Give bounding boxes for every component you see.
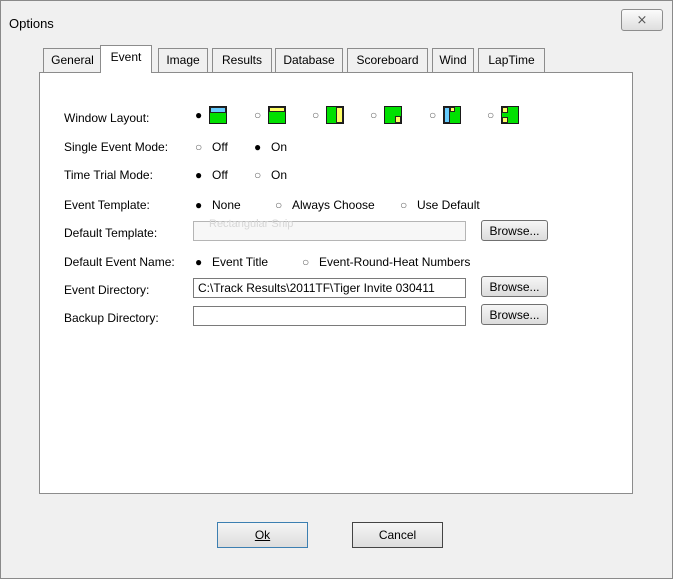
radio-empty-icon	[254, 169, 266, 181]
tab-database[interactable]: Database	[275, 48, 343, 72]
single-event-label: Single Event Mode:	[64, 140, 169, 154]
event-template-always-label: Always Choose	[292, 198, 375, 212]
time-trial-on-label: On	[271, 168, 288, 182]
radio-selected-icon	[195, 199, 207, 211]
tab-wind[interactable]: Wind	[432, 48, 474, 72]
single-event-off-radio[interactable]: Off	[195, 140, 228, 154]
radio-empty-icon	[370, 109, 382, 121]
cancel-button[interactable]: Cancel	[352, 522, 443, 548]
options-dialog: Options ⨯ General Event Image Results Da…	[0, 0, 673, 579]
radio-selected-icon	[195, 169, 207, 181]
time-trial-on-radio[interactable]: On	[254, 168, 287, 182]
radio-empty-icon	[400, 199, 412, 211]
event-title-label: Event Title	[212, 255, 269, 269]
backup-directory-field[interactable]	[193, 306, 466, 326]
backup-directory-browse-button[interactable]: Browse...	[481, 304, 548, 325]
tab-general[interactable]: General	[43, 48, 102, 72]
event-template-default-radio[interactable]: Use Default	[400, 198, 480, 212]
layout-2-icon[interactable]	[268, 106, 286, 124]
event-template-default-label: Use Default	[417, 198, 480, 212]
layout-6-icon[interactable]	[501, 106, 519, 124]
single-event-on-label: On	[271, 140, 288, 154]
layout-3-icon[interactable]	[326, 106, 344, 124]
layout-1-icon[interactable]	[209, 106, 227, 124]
event-template-always-radio[interactable]: Always Choose	[275, 198, 375, 212]
event-template-none-label: None	[212, 198, 241, 212]
event-round-label: Event-Round-Heat Numbers	[319, 255, 471, 269]
tab-scoreboard[interactable]: Scoreboard	[347, 48, 428, 72]
event-directory-browse-button[interactable]: Browse...	[481, 276, 548, 297]
radio-selected-icon	[195, 109, 207, 121]
time-trial-label: Time Trial Mode:	[64, 168, 153, 182]
ok-label: Ok	[254, 528, 271, 542]
ok-button[interactable]: Ok	[217, 522, 308, 548]
radio-empty-icon	[195, 141, 207, 153]
radio-empty-icon	[275, 199, 287, 211]
single-event-on-radio[interactable]: On	[254, 140, 287, 154]
layout-4-icon[interactable]	[384, 106, 402, 124]
radio-empty-icon	[312, 109, 324, 121]
close-icon: ⨯	[636, 12, 648, 27]
default-template-browse-button[interactable]: Browse...	[481, 220, 548, 241]
dialog-title: Options	[9, 16, 54, 31]
time-trial-off-radio[interactable]: Off	[195, 168, 228, 182]
backup-directory-label: Backup Directory:	[64, 311, 159, 325]
default-template-ghost-text: Rectangular Snip	[209, 218, 294, 230]
tab-image[interactable]: Image	[158, 48, 208, 72]
window-layout-label: Window Layout:	[64, 111, 150, 125]
radio-selected-icon	[195, 256, 207, 268]
radio-empty-icon	[429, 109, 441, 121]
radio-empty-icon	[487, 109, 499, 121]
default-event-name-label: Default Event Name:	[64, 255, 175, 269]
default-template-label: Default Template:	[64, 226, 158, 240]
close-button[interactable]: ⨯	[621, 9, 663, 31]
layout-5-icon[interactable]	[443, 106, 461, 124]
event-directory-field[interactable]: C:\Track Results\2011TF\Tiger Invite 030…	[193, 278, 466, 298]
radio-empty-icon	[254, 109, 266, 121]
event-title-radio[interactable]: Event Title	[195, 255, 268, 269]
event-template-none-radio[interactable]: None	[195, 198, 241, 212]
time-trial-off-label: Off	[212, 168, 228, 182]
event-template-label: Event Template:	[64, 198, 150, 212]
radio-empty-icon	[302, 256, 314, 268]
radio-selected-icon	[254, 141, 266, 153]
event-round-radio[interactable]: Event-Round-Heat Numbers	[302, 255, 470, 269]
single-event-off-label: Off	[212, 140, 228, 154]
cancel-label: Cancel	[378, 528, 417, 542]
tab-laptime[interactable]: LapTime	[478, 48, 545, 72]
tab-results[interactable]: Results	[212, 48, 272, 72]
tab-event[interactable]: Event	[100, 45, 152, 73]
event-directory-label: Event Directory:	[64, 283, 150, 297]
